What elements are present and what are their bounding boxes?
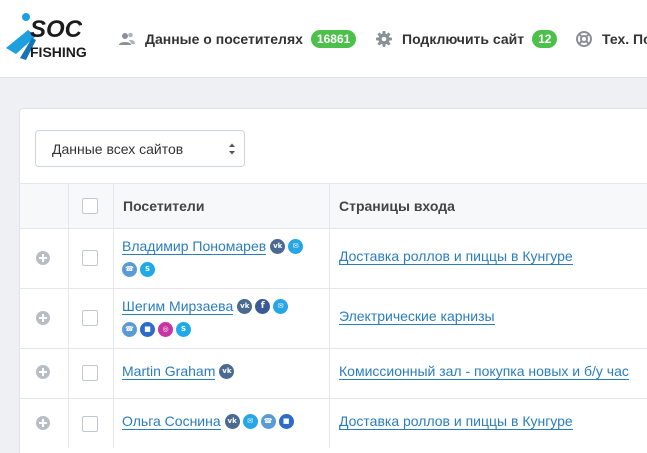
visitor-cell: Шегим Мирзаева vk f ✉ ☎ ■ ◎ S <box>113 289 329 348</box>
visitor-cell: Владимир Пономарев vk ✉ ☎ S <box>113 229 329 288</box>
table-row: Владимир Пономарев vk ✉ ☎ S Доставка рол… <box>20 228 647 288</box>
gear-icon <box>375 30 393 48</box>
header-pages-cell: Страницы входа <box>329 184 647 228</box>
visitor-name-link[interactable]: Шегим Мирзаева <box>122 298 234 315</box>
vk-icon[interactable]: vk <box>224 414 240 429</box>
logo-text-top: SOC <box>30 16 83 43</box>
nav-connect-label: Подключить сайт <box>402 31 525 47</box>
vk-icon[interactable]: vk <box>270 239 286 254</box>
socfishing-logo[interactable]: SOC FISHING <box>6 10 87 66</box>
column-header-visitors[interactable]: Посетители <box>123 198 204 214</box>
header-select-cell <box>68 184 113 228</box>
phone-icon[interactable]: ☎ <box>122 322 137 337</box>
visitor-name-link[interactable]: Ольга Соснина <box>122 413 221 430</box>
site-filter-select[interactable]: Данные всех сайтов <box>35 130 245 167</box>
row-checkbox[interactable] <box>82 250 98 266</box>
column-header-entry-pages[interactable]: Страницы входа <box>339 198 455 214</box>
vk-icon[interactable]: vk <box>219 364 235 379</box>
nav-connect-site[interactable]: Подключить сайт 12 <box>375 26 558 52</box>
visitor-cell: Ольга Соснина vk ✉ ☎ ■ <box>113 399 329 448</box>
visitor-name-link[interactable]: Владимир Пономарев <box>122 238 267 255</box>
entry-page-link[interactable]: Комиссионный зал - покупка новых и б/у ч… <box>339 363 629 380</box>
expand-row-icon[interactable] <box>36 416 50 430</box>
mail-icon[interactable]: ✉ <box>273 299 289 314</box>
facebook-icon[interactable]: f <box>255 299 271 314</box>
row-checkbox[interactable] <box>82 310 98 326</box>
visitor-cell: Martin Graham vk <box>113 349 329 398</box>
entry-page-link[interactable]: Доставка роллов и пиццы в Кунгуре <box>339 248 573 265</box>
skype-icon[interactable]: S <box>140 262 155 277</box>
expand-row-icon[interactable] <box>36 311 50 325</box>
visitors-panel: Данные всех сайтов Посетители Страницы в… <box>19 108 647 453</box>
chat-icon[interactable]: ■ <box>278 414 294 429</box>
nav-visitors-label: Данные о посетителях <box>145 31 303 47</box>
top-bar: SOC FISHING Данные о посетителях 16861 П… <box>0 0 647 78</box>
table-header-row: Посетители Страницы входа <box>20 183 647 228</box>
header-expand-cell <box>20 184 68 228</box>
table-row: Martin Graham vk Комиссионный зал - поку… <box>20 348 647 398</box>
skype-icon[interactable]: S <box>176 322 191 337</box>
entry-page-link[interactable]: Доставка роллов и пиццы в Кунгуре <box>339 413 573 430</box>
mail-icon[interactable]: ✉ <box>288 239 304 254</box>
phone-icon[interactable]: ☎ <box>260 414 276 429</box>
nav-visitors-data[interactable]: Данные о посетителях 16861 <box>118 26 357 52</box>
visitors-count-badge: 16861 <box>310 30 357 48</box>
lifebuoy-icon <box>575 30 593 48</box>
sites-count-badge: 12 <box>532 30 558 48</box>
table-row: Шегим Мирзаева vk f ✉ ☎ ■ ◎ S Электричес… <box>20 288 647 348</box>
expand-row-icon[interactable] <box>36 365 50 379</box>
chat-icon[interactable]: ■ <box>140 322 155 337</box>
select-all-checkbox[interactable] <box>82 198 98 214</box>
site-filter-value: Данные всех сайтов <box>52 141 184 157</box>
expand-row-icon[interactable] <box>36 251 50 265</box>
instagram-icon[interactable]: ◎ <box>158 322 173 337</box>
visitor-name-link[interactable]: Martin Graham <box>122 363 216 380</box>
mail-icon[interactable]: ✉ <box>242 414 258 429</box>
row-checkbox[interactable] <box>82 365 98 381</box>
nav-support[interactable]: Тех. По <box>575 26 647 52</box>
select-arrows-icon <box>228 142 236 156</box>
vk-icon[interactable]: vk <box>237 299 253 314</box>
header-visitors-cell: Посетители <box>113 184 329 228</box>
row-checkbox[interactable] <box>82 416 98 432</box>
logo-text-bottom: FISHING <box>30 44 86 60</box>
entry-page-link[interactable]: Электрические карнизы <box>339 308 495 325</box>
phone-icon[interactable]: ☎ <box>122 262 137 277</box>
nav-support-label: Тех. По <box>602 31 647 47</box>
users-icon <box>118 30 136 48</box>
table-row: Ольга Соснина vk ✉ ☎ ■ Доставка роллов и… <box>20 398 647 448</box>
